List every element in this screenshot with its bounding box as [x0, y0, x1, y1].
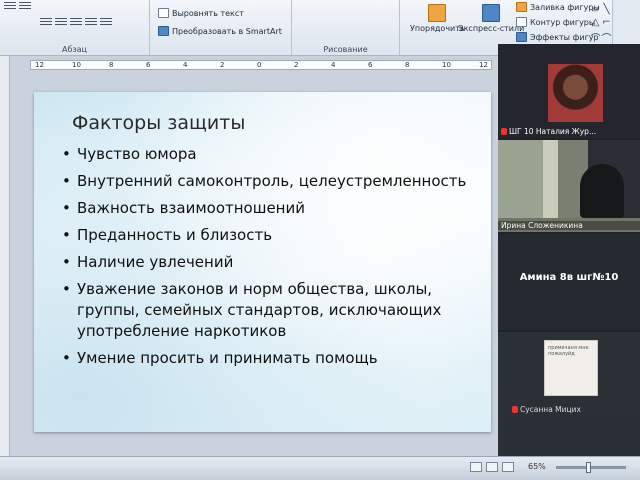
ruler-tick: 2: [294, 61, 299, 69]
quick-styles-icon: [482, 4, 501, 22]
zoom-slider-knob[interactable]: [586, 462, 591, 473]
align-right-icon: [70, 18, 82, 27]
mic-muted-icon: [512, 406, 518, 413]
paragraph-group-label: Абзац: [61, 45, 87, 54]
smartart-label: Преобразовать в SmartArt: [172, 26, 282, 36]
reading-view-button[interactable]: [502, 462, 514, 472]
ruler-tick: 12: [35, 61, 44, 69]
bullet-item[interactable]: Умение просить и принимать помощь: [60, 348, 480, 369]
participant-tile[interactable]: Ирина Сложеникина: [498, 140, 640, 232]
zoom-level[interactable]: 65%: [528, 462, 546, 471]
participant-tile[interactable]: примечаня мне пожалуйд Сусанна Мицих: [498, 332, 640, 416]
bullets-button[interactable]: [4, 2, 31, 11]
align-text-button[interactable]: Выровнять текст: [158, 8, 244, 18]
smartart-icon: [158, 26, 169, 36]
effects-icon: [516, 32, 527, 42]
bullet-item[interactable]: Наличие увлечений: [60, 252, 480, 273]
editor-workspace: 12 10 8 6 4 2 0 2 4 6 8 10 12 Факторы защиты Чувство…: [0, 56, 498, 456]
align-center-icon: [55, 18, 67, 27]
ruler-tick: 4: [183, 61, 188, 69]
participant-name: ШГ 10 Наталия Жур...: [501, 127, 596, 136]
arrange-button[interactable]: Упорядочить: [410, 4, 465, 33]
participant-tile[interactable]: Амина 8в шг№10: [498, 234, 640, 330]
ruler-tick: 12: [479, 61, 488, 69]
normal-view-button[interactable]: [470, 462, 482, 472]
shape-effects-label: Эффекты фигур: [530, 32, 599, 42]
ruler-tick: 4: [331, 61, 336, 69]
justify-icon: [85, 18, 97, 27]
participant-tile[interactable]: ШГ 10 Наталия Жур...: [498, 44, 640, 138]
ruler-tick: 8: [109, 61, 114, 69]
ribbon-overflow: [612, 0, 640, 44]
ruler-tick: 2: [220, 61, 225, 69]
drawing-group: ▱╲╲▢○□△⇩△⌐Ⴂ⇨⇧☐◇▢⌒⌒{}☆ Рисование: [292, 0, 640, 55]
shape-fill-label: Заливка фигуры: [530, 2, 600, 12]
smartart-button[interactable]: Преобразовать в SmartArt: [158, 26, 282, 36]
sorter-view-button[interactable]: [486, 462, 498, 472]
columns-icon: [100, 18, 112, 27]
arrange-icon: [428, 4, 447, 22]
vertical-ruler: [0, 56, 10, 456]
slide-title[interactable]: Факторы защиты: [72, 112, 245, 134]
bullet-item[interactable]: Внутренний самоконтроль, целеустремленно…: [60, 171, 480, 192]
bullet-item[interactable]: Уважение законов и норм общества, школы,…: [60, 279, 480, 342]
align-buttons[interactable]: [40, 18, 112, 27]
drawing-group-label: Рисование: [323, 45, 368, 54]
pen-icon: [516, 17, 527, 27]
bullet-item[interactable]: Важность взаимоотношений: [60, 198, 480, 219]
arrange-label: Упорядочить: [410, 24, 465, 33]
align-text-icon: [158, 8, 169, 18]
ruler-tick: 10: [442, 61, 451, 69]
text-tools-group: Выровнять текст Преобразовать в SmartArt: [150, 0, 292, 55]
ruler-tick: 10: [72, 61, 81, 69]
bullet-list[interactable]: Чувство юмора Внутренний самоконтроль, це…: [60, 144, 480, 375]
arrange-group: Упорядочить Экспресс-стили: [400, 0, 524, 55]
video-conference-panel: ШГ 10 Наталия Жур... Ирина Сложеникина А…: [498, 44, 640, 416]
numbered-list-icon: [19, 2, 31, 11]
bullet-item[interactable]: Чувство юмора: [60, 144, 480, 165]
horizontal-ruler: 12 10 8 6 4 2 0 2 4 6 8 10 12: [30, 60, 492, 70]
shape-effects-button[interactable]: Эффекты фигур: [516, 32, 599, 42]
ruler-tick: 6: [368, 61, 373, 69]
align-text-label: Выровнять текст: [172, 8, 244, 18]
participant-video: [548, 64, 603, 122]
participant-video-note: примечаня мне пожалуйд: [544, 340, 598, 396]
slide-canvas[interactable]: Факторы защиты Чувство юмора Внутренний с…: [34, 92, 491, 432]
paint-bucket-icon: [516, 2, 527, 12]
zoom-slider[interactable]: [556, 462, 626, 473]
align-left-icon: [40, 18, 52, 27]
shape-outline-button[interactable]: Контур фигуры: [516, 17, 595, 27]
shape-outline-label: Контур фигуры: [530, 17, 596, 27]
participant-name: Амина 8в шг№10: [519, 272, 619, 283]
bullet-item[interactable]: Преданность и близость: [60, 225, 480, 246]
participant-silhouette: [580, 164, 624, 218]
participant-name: Ирина Сложеникина: [498, 221, 640, 230]
paragraph-group: Абзац: [0, 0, 150, 55]
status-bar: 65%: [0, 456, 640, 480]
ruler-tick: 8: [405, 61, 410, 69]
participant-name: Сусанна Мицих: [512, 405, 581, 414]
ruler-tick: 6: [146, 61, 151, 69]
shape-fill-button[interactable]: Заливка фигуры: [516, 2, 600, 12]
ruler-tick: 0: [257, 61, 262, 69]
mic-muted-icon: [501, 128, 507, 135]
list-icon: [4, 2, 16, 11]
